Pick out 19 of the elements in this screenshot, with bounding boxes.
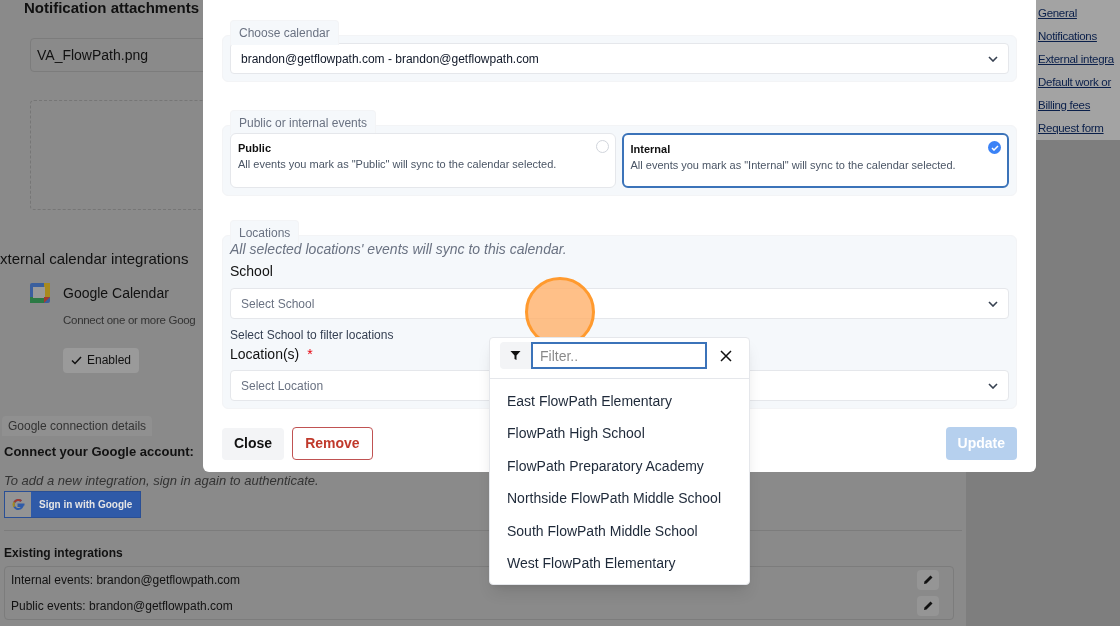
required-mark: * xyxy=(307,345,313,364)
existing-heading: Existing integrations xyxy=(4,544,123,562)
provider-description: Connect one or more Goog xyxy=(63,312,196,328)
hint-text: To add a new integration, sign in again to authenticate. xyxy=(4,472,319,491)
connect-heading: Connect your Google account: xyxy=(4,442,194,461)
option-title: Public xyxy=(238,141,271,156)
section-heading: xternal calendar integrations xyxy=(0,249,189,269)
section-legend: Choose calendar xyxy=(230,20,339,45)
integration-label: Internal events: brandon@getflowpath.com xyxy=(11,571,240,589)
section-heading: Notification attachments xyxy=(24,0,200,16)
field-label: School xyxy=(230,262,273,281)
section-legend: Public or internal events xyxy=(230,110,377,135)
integration-label: Public events: brandon@getflowpath.com xyxy=(11,597,233,615)
option-title: Internal xyxy=(630,142,671,157)
option-description: All events you mark as "Internal" will sync to the calendar selected. xyxy=(630,157,957,172)
field-label: Location(s) xyxy=(230,345,300,364)
provider-name: Google Calendar xyxy=(63,283,169,303)
helper-text: Select School to filter locations xyxy=(230,327,394,344)
option-description: All events you mark as "Public" will sync to the calendar selected. xyxy=(238,156,558,171)
